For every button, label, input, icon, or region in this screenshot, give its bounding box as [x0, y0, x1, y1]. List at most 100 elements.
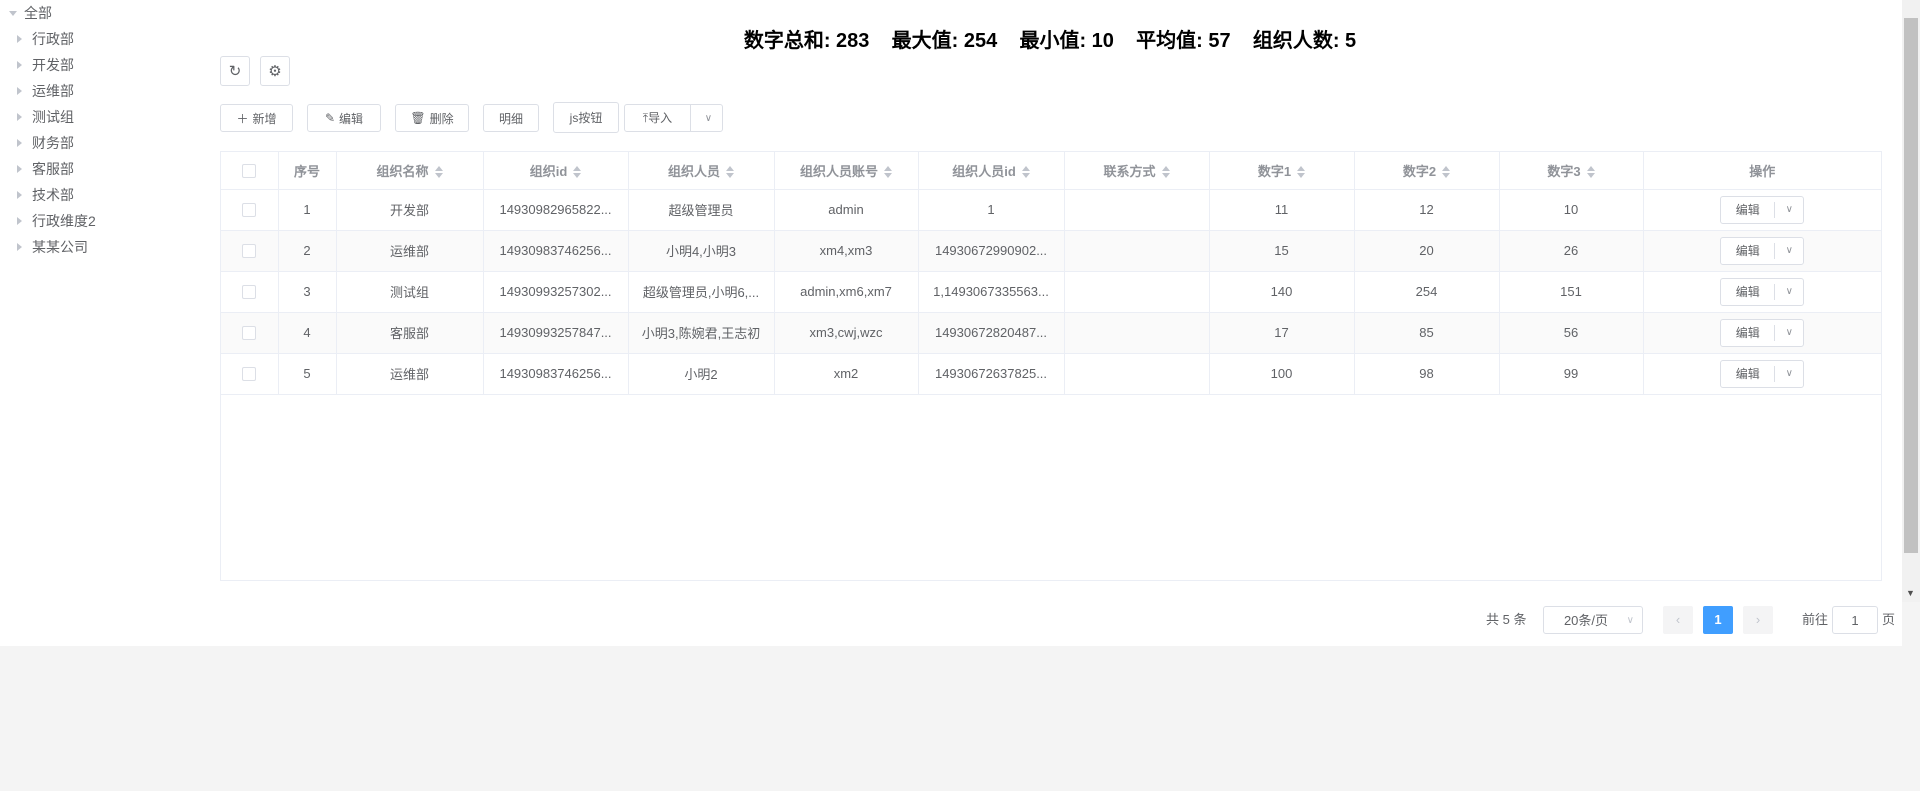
table-cell: 1,1493067335563... — [918, 271, 1065, 313]
sort-icon[interactable] — [1021, 166, 1030, 179]
row-checkbox[interactable] — [221, 312, 279, 354]
table-cell: 1 — [278, 189, 337, 231]
chevron-down-icon[interactable]: ∨ — [1775, 245, 1803, 256]
scroll-down-arrow-icon[interactable]: ▼ — [1906, 588, 1915, 598]
table-row: 2 运维部 14930983746256... 小明4,小明3 xm4,xm3 14930… — [221, 230, 1881, 272]
column-header[interactable]: 数字3 — [1499, 152, 1644, 190]
tree-node[interactable]: 行政维度2 — [0, 208, 210, 234]
sort-icon[interactable] — [726, 166, 734, 179]
tree-node[interactable]: 技术部 — [0, 182, 210, 208]
next-page-button[interactable]: › — [1743, 606, 1773, 634]
import-split-button: ⤒导入 ∨ — [624, 104, 723, 132]
import-dropdown-chevron-icon[interactable]: ∨ — [695, 113, 722, 124]
detail-button[interactable]: 明细 — [483, 104, 539, 132]
page-1-button[interactable]: 1 — [1703, 606, 1733, 634]
chevron-down-icon: ∨ — [1626, 615, 1634, 626]
row-edit-button[interactable]: 编辑 — [1721, 242, 1776, 259]
table-cell: xm2 — [774, 353, 919, 395]
vertical-scrollbar[interactable]: ▼ — [1902, 0, 1920, 602]
tree-node[interactable]: 测试组 — [0, 104, 210, 130]
scrollbar-thumb[interactable] — [1904, 18, 1918, 553]
tree-node[interactable]: 行政部 — [0, 26, 210, 52]
table-row: 5 运维部 14930983746256... 小明2 xm2 1493067263782… — [221, 353, 1881, 395]
table-cell — [1064, 271, 1210, 313]
delete-button[interactable]: 🗑 删除 — [395, 104, 469, 132]
table-cell: admin,xm6,xm7 — [774, 271, 919, 313]
table-cell: 14930993257847... — [483, 312, 629, 354]
sort-icon[interactable] — [1442, 166, 1451, 179]
select-all-checkbox[interactable] — [221, 152, 279, 190]
table-cell: 100 — [1209, 353, 1355, 395]
add-button[interactable]: ＋新增 — [220, 104, 293, 132]
column-header[interactable]: 组织id — [483, 152, 629, 190]
row-checkbox[interactable] — [221, 271, 279, 313]
column-header[interactable]: 组织人员id — [918, 152, 1065, 190]
tree-node-root[interactable]: 全部 — [0, 0, 210, 26]
sort-icon[interactable] — [434, 166, 443, 179]
caret-right-icon[interactable] — [17, 113, 22, 121]
table-cell: 10 — [1499, 189, 1644, 231]
import-button[interactable]: ⤒导入 — [625, 105, 691, 131]
tree-node[interactable]: 财务部 — [0, 130, 210, 156]
column-header[interactable]: 组织人员 — [628, 152, 775, 190]
goto-page-input[interactable]: 1 — [1832, 606, 1878, 634]
table-cell: 14930983746256... — [483, 230, 629, 272]
caret-down-icon[interactable] — [9, 11, 17, 16]
edit-button[interactable]: ✎ 编辑 — [307, 104, 381, 132]
row-edit-button[interactable]: 编辑 — [1721, 201, 1776, 218]
caret-right-icon[interactable] — [17, 165, 22, 173]
table-cell: 14930672637825... — [918, 353, 1065, 395]
table-cell: 小明2 — [628, 353, 775, 395]
row-checkbox[interactable] — [221, 189, 279, 231]
refresh-icon: ↻ — [228, 63, 242, 80]
sort-icon[interactable] — [884, 166, 892, 179]
column-header[interactable]: 数字2 — [1354, 152, 1500, 190]
column-header[interactable]: 数字1 — [1209, 152, 1355, 190]
column-header[interactable]: 联系方式 — [1064, 152, 1210, 190]
refresh-button[interactable]: ↻ — [220, 56, 250, 86]
settings-button[interactable]: ⚙ — [260, 56, 290, 86]
table-cell: 17 — [1209, 312, 1355, 354]
tree-node[interactable]: 运维部 — [0, 78, 210, 104]
sort-icon[interactable] — [1586, 166, 1595, 179]
chevron-down-icon[interactable]: ∨ — [1775, 368, 1803, 379]
row-edit-button[interactable]: 编辑 — [1721, 324, 1776, 341]
table-cell: 运维部 — [336, 230, 484, 272]
table-cell: 254 — [1354, 271, 1500, 313]
chevron-down-icon[interactable]: ∨ — [1775, 327, 1803, 338]
row-checkbox[interactable] — [221, 230, 279, 272]
sort-icon[interactable] — [573, 166, 582, 179]
row-checkbox[interactable] — [221, 353, 279, 395]
row-actions: 编辑 ∨ — [1643, 189, 1881, 231]
caret-right-icon[interactable] — [17, 139, 22, 147]
chevron-down-icon[interactable]: ∨ — [1775, 286, 1803, 297]
caret-right-icon[interactable] — [17, 217, 22, 225]
page-size-select[interactable]: 20条/页 ∨ — [1543, 606, 1643, 634]
table-cell: 小明4,小明3 — [628, 230, 775, 272]
chevron-down-icon[interactable]: ∨ — [1775, 204, 1803, 215]
sort-icon[interactable] — [1297, 166, 1306, 179]
tree-node[interactable]: 某某公司 — [0, 234, 210, 260]
table-cell: 5 — [278, 353, 337, 395]
chevron-left-icon: ‹ — [1675, 612, 1681, 627]
tree-node[interactable]: 开发部 — [0, 52, 210, 78]
caret-right-icon[interactable] — [17, 243, 22, 251]
column-header[interactable]: 组织人员账号 — [774, 152, 919, 190]
caret-right-icon[interactable] — [17, 87, 22, 95]
gear-icon: ⚙ — [268, 63, 282, 80]
caret-right-icon[interactable] — [17, 191, 22, 199]
sort-icon[interactable] — [1161, 166, 1170, 179]
column-header[interactable]: 组织名称 — [336, 152, 484, 190]
prev-page-button[interactable]: ‹ — [1663, 606, 1693, 634]
caret-right-icon[interactable] — [17, 35, 22, 43]
caret-right-icon[interactable] — [17, 61, 22, 69]
table-cell — [1064, 312, 1210, 354]
tree-node[interactable]: 客服部 — [0, 156, 210, 182]
table-cell: 15 — [1209, 230, 1355, 272]
table-cell: 12 — [1354, 189, 1500, 231]
row-actions: 编辑 ∨ — [1643, 271, 1881, 313]
row-edit-button[interactable]: 编辑 — [1721, 283, 1776, 300]
row-edit-button[interactable]: 编辑 — [1721, 365, 1776, 382]
row-edit-split-button: 编辑 ∨ — [1720, 359, 1805, 388]
js-button[interactable]: js按钮 — [553, 102, 619, 133]
